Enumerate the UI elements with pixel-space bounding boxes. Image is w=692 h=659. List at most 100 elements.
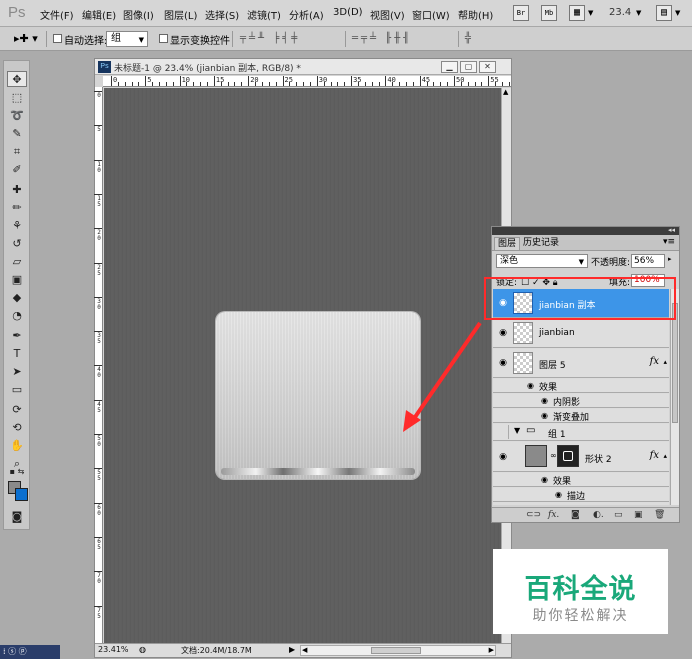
fx-icon[interactable]: fx [650,450,659,461]
eye-icon[interactable]: ◉ [497,452,509,462]
eye-icon[interactable]: ◉ [541,396,548,405]
vertical-ruler[interactable]: 0 5 10 15 20 25 30 35 40 45 50 55 60 65 70 75 [94,87,103,643]
move-tool-preset-icon[interactable]: ▸✚ ▾ [14,32,38,45]
zoom-dropdown-arrow-icon[interactable]: ▼ [636,9,641,17]
blur-tool-icon[interactable]: ◆ [7,290,27,306]
link-layers-icon[interactable]: ⊂⊃ [526,510,541,520]
layer-name[interactable]: jianbian 副本 [539,298,596,311]
dodge-tool-icon[interactable]: ◔ [7,308,27,324]
group-name[interactable]: 组 1 [548,427,566,440]
eye-icon[interactable]: ◉ [527,381,534,390]
auto-select-dropdown[interactable]: 组 ▼ [106,31,148,47]
eye-icon[interactable]: ◉ [497,358,509,368]
menu-help[interactable]: 帮助(H) [458,7,493,22]
minimize-icon[interactable]: ▁ [441,61,458,73]
tab-history[interactable]: 历史记录 [520,237,562,250]
effects-row[interactable]: ◉ 效果 [493,473,669,487]
add-mask-icon[interactable]: ◙ [571,510,580,520]
eye-icon[interactable]: ◉ [555,490,562,499]
view-extras-icon[interactable]: ▦ [569,5,585,21]
zoom-level-dropdown[interactable]: 23.4 [609,7,631,18]
scroll-thumb[interactable] [672,303,678,423]
mini-bridge-button[interactable]: Mb [541,5,557,21]
restore-icon[interactable]: ▢ [460,61,477,73]
align-buttons-icon[interactable]: ╤╧╨ ╞╡╪ [240,33,300,44]
swap-colors-icon[interactable]: ▪ ⇆ [7,466,27,478]
lasso-tool-icon[interactable]: ➰ [7,108,27,124]
menu-layer[interactable]: 图层(L) [164,7,197,22]
layer-row-layer5[interactable]: ◉ 图层 5 fx ▴ [493,349,669,378]
status-zoom[interactable]: 23.41% [98,645,129,654]
new-group-icon[interactable]: ▭ [614,510,623,520]
path-select-tool-icon[interactable]: ➤ [7,364,27,380]
crop-tool-icon[interactable]: ⌗ [7,144,27,160]
layer-row-group1[interactable]: ▼ ▭ 组 1 [493,424,669,441]
scroll-up-icon[interactable]: ▲ [503,88,508,96]
menu-image[interactable]: 图像(I) [123,7,154,22]
fill-input[interactable]: 100% [631,274,665,287]
show-transform-checkbox[interactable] [159,34,168,43]
menu-filter[interactable]: 滤镜(T) [247,7,281,22]
delete-layer-icon[interactable]: 🗑︎ [654,510,665,520]
quick-mask-icon[interactable]: ◙ [7,509,27,525]
layer-row-shape2[interactable]: ◉ ∞ 形状 2 fx ▴ [493,442,669,472]
scroll-left-icon[interactable]: ◀ [302,646,307,654]
marquee-tool-icon[interactable]: ⬚ [7,90,27,106]
opacity-input[interactable]: 56% [631,254,665,268]
tab-layers[interactable]: 图层 [494,237,521,250]
blend-mode-dropdown[interactable]: 深色 ▼ [496,254,588,268]
background-color-swatch[interactable] [15,488,28,501]
menu-3d[interactable]: 3D(D) [333,7,363,18]
adjustment-layer-icon[interactable]: ◐. [593,510,604,520]
eye-icon[interactable]: ◉ [497,328,509,338]
menu-window[interactable]: 窗口(W) [412,7,450,22]
add-style-icon[interactable]: fx. [548,510,559,520]
menu-select[interactable]: 选择(S) [205,7,239,22]
history-brush-tool-icon[interactable]: ↺ [7,236,27,252]
shape-tool-icon[interactable]: ▭ [7,382,27,398]
move-tool-icon[interactable]: ✥ [7,71,27,87]
scroll-thumb[interactable] [371,647,421,654]
panel-menu-icon[interactable]: ▾≡ [663,237,675,247]
eraser-tool-icon[interactable]: ▱ [7,254,27,270]
status-menu-arrow-icon[interactable]: ▶ [289,645,295,654]
arrange-arrow-icon[interactable]: ▼ [675,9,680,17]
fx-icon[interactable]: fx [650,356,659,367]
brushed-metal-panel[interactable] [216,312,420,479]
horizontal-ruler[interactable]: 0 5 10 15 20 25 30 35 40 45 50 55 [103,76,511,87]
pen-tool-icon[interactable]: ✒ [7,328,27,344]
collapse-panel-icon[interactable]: ◂◂ [668,226,675,234]
clone-stamp-tool-icon[interactable]: ⚘ [7,218,27,234]
effect-row-stroke[interactable]: ◉ 描边 [493,488,669,502]
quick-select-tool-icon[interactable]: ✎ [7,126,27,142]
layers-scrollbar[interactable] [670,289,679,505]
3d-rotate-tool-icon[interactable]: ⟳ [7,402,27,418]
eyedropper-tool-icon[interactable]: ✐ [7,162,27,178]
menu-file[interactable]: 文件(F) [40,7,74,22]
effects-row[interactable]: ◉ 效果 [493,379,669,393]
taskbar-icons[interactable]: ⁞ ⓢ ⓟ [3,646,27,657]
expand-effects-icon[interactable]: ▴ [663,358,667,366]
3d-orbit-tool-icon[interactable]: ⟲ [7,420,27,436]
layer-row-jianbian[interactable]: ◉ jianbian [493,319,669,348]
layer-row-jianbian-copy[interactable]: ◉ jianbian 副本 [493,289,669,318]
layer-name[interactable]: 形状 2 [585,452,612,465]
arrange-documents-icon[interactable]: ▤ [656,5,672,21]
hand-tool-icon[interactable]: ✋ [7,438,27,454]
layer-name[interactable]: 图层 5 [539,358,566,371]
eye-icon[interactable]: ◉ [541,411,548,420]
view-extras-arrow-icon[interactable]: ▼ [588,9,593,17]
brush-tool-icon[interactable]: ✏ [7,200,27,216]
lock-buttons-icon[interactable]: ☐ ✓ ✥ 🔒︎ [521,278,558,288]
gradient-tool-icon[interactable]: ▣ [7,272,27,288]
effect-row-gradient-overlay[interactable]: ◉ 渐变叠加 [493,409,669,423]
link-icon[interactable]: ∞ [550,451,557,460]
bridge-button[interactable]: Br [513,5,529,21]
horizontal-scrollbar[interactable]: ◀ ▶ [300,645,496,656]
chevron-down-icon[interactable]: ▼ [514,426,520,435]
menu-edit[interactable]: 编辑(E) [82,7,116,22]
new-layer-icon[interactable]: ▣ [634,510,643,520]
document-tab[interactable]: Ps 未标题-1 @ 23.4% (jianbian 副本, RGB/8) * … [95,59,511,75]
menu-view[interactable]: 视图(V) [370,7,405,22]
healing-brush-tool-icon[interactable]: ✚ [7,182,27,198]
